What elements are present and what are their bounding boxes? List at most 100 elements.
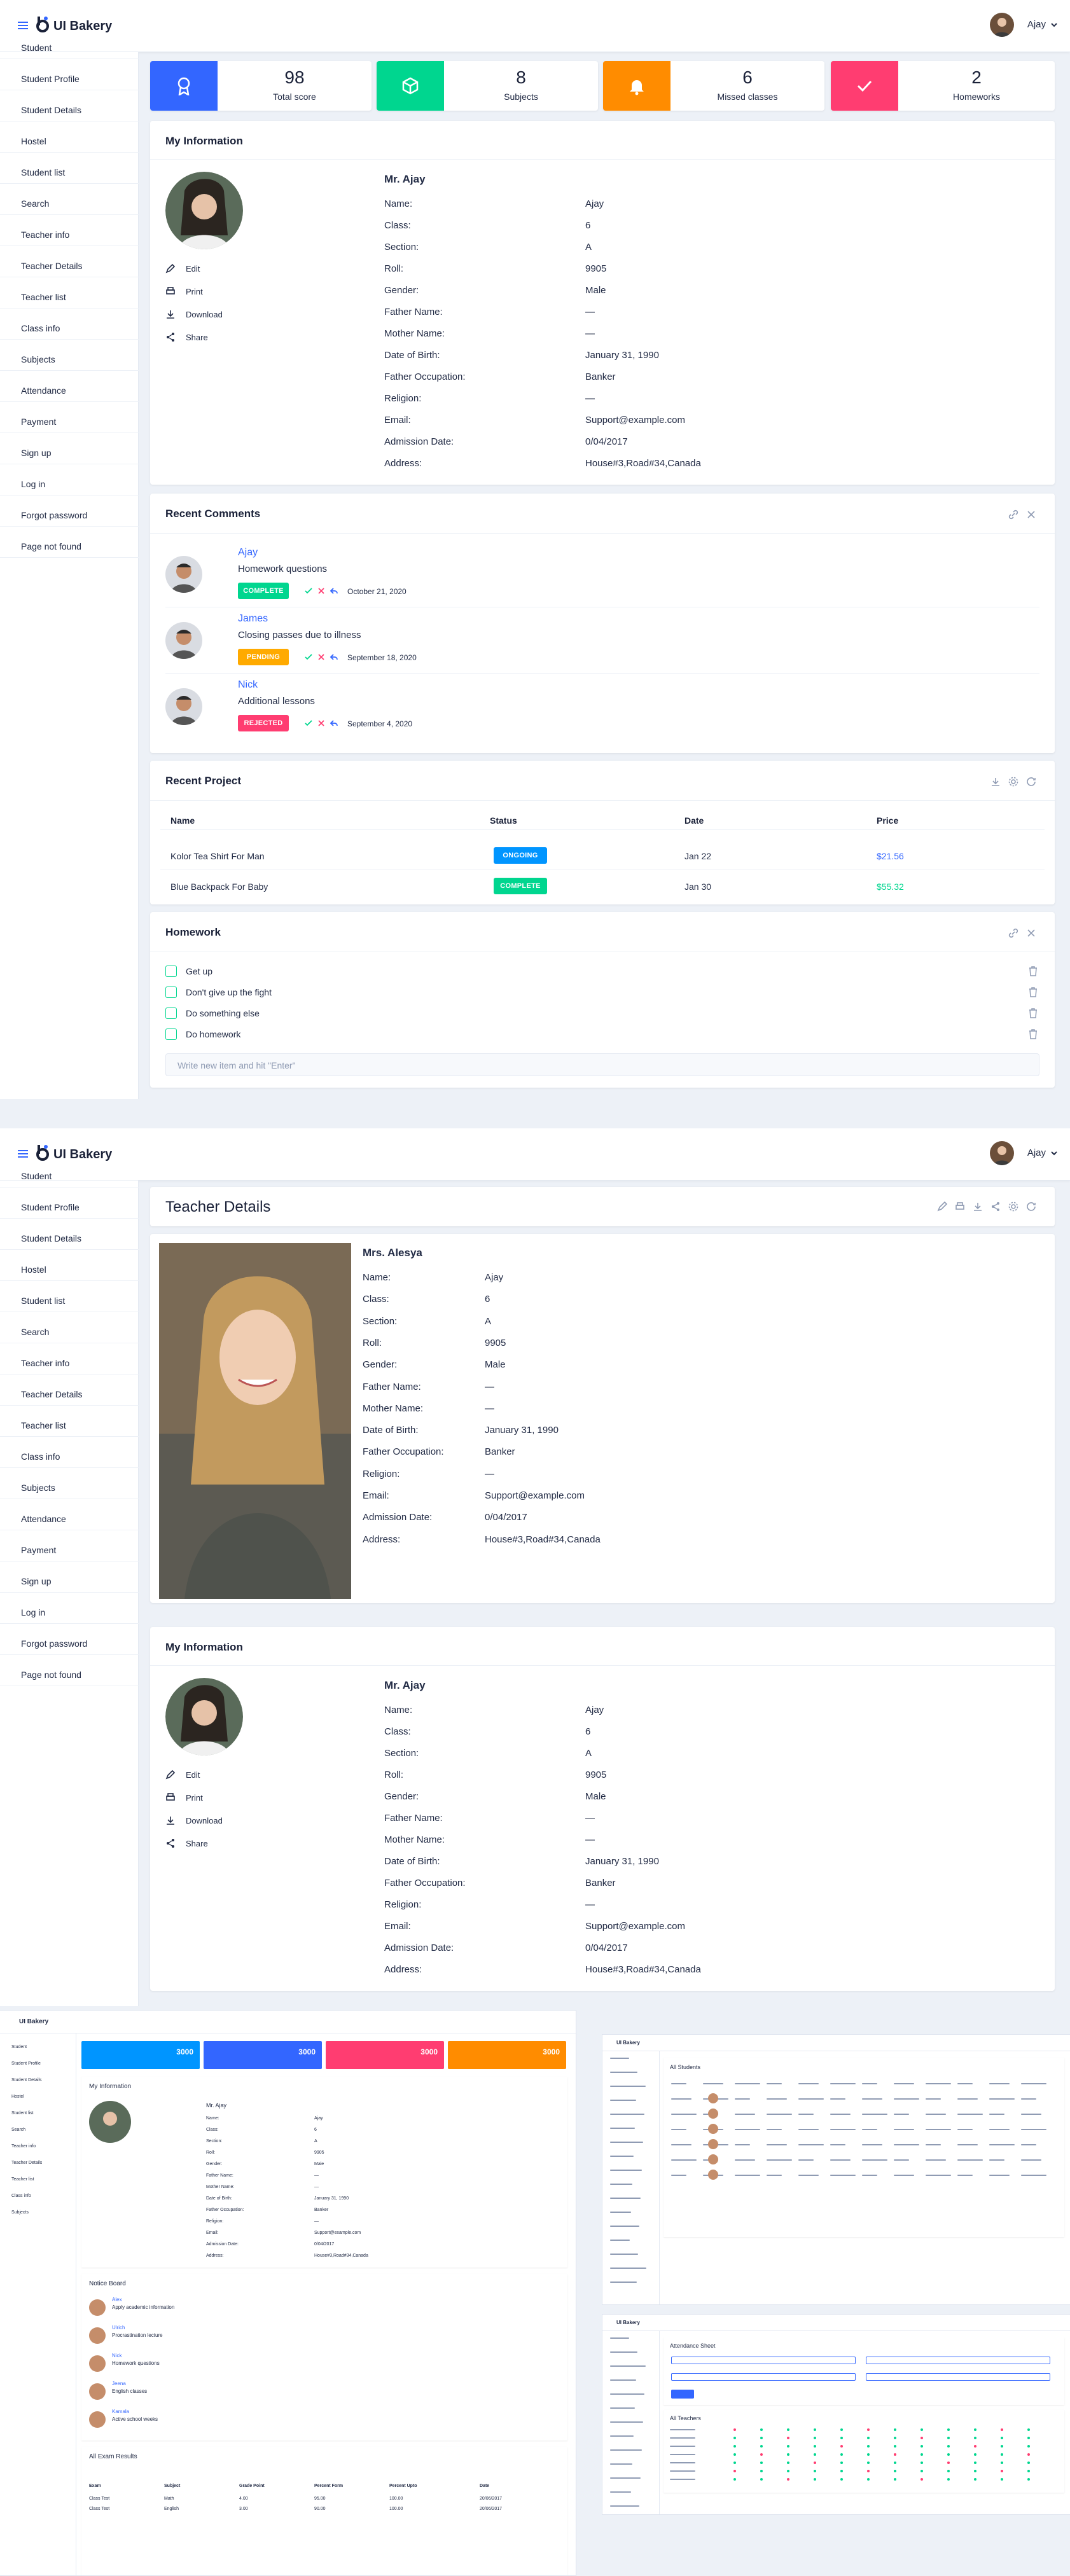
sidebar-item-forgot-password[interactable]: Forgot password [21,510,87,520]
print-icon[interactable] [954,1201,966,1212]
trash-icon[interactable] [1028,1008,1038,1019]
menu-icon[interactable] [18,22,28,29]
avatar[interactable] [990,13,1014,37]
user-name[interactable]: Ajay [1027,1147,1046,1158]
submit-button[interactable] [671,2390,694,2399]
task-checkbox[interactable] [165,1008,177,1019]
reply-icon[interactable] [330,719,338,728]
notice-author[interactable]: Kamala [112,2409,129,2414]
action-print[interactable]: Print [186,287,203,296]
sidebar-item-teacher-details[interactable]: Teacher Details [21,1389,83,1399]
sidebar-item-payment[interactable]: Payment [21,417,56,427]
action-download[interactable]: Download [186,310,223,319]
chevron-down-icon[interactable] [1051,1150,1057,1156]
sidebar-item-student[interactable]: Student [21,1171,52,1181]
approve-icon[interactable] [304,586,313,595]
action-edit[interactable]: Edit [186,1770,200,1780]
sidebar-item[interactable]: Subjects [11,2210,29,2215]
download-icon[interactable] [990,776,1001,787]
sidebar-item-student-details[interactable]: Student Details [21,1233,81,1243]
sidebar-item-student-list[interactable]: Student list [21,167,65,177]
sidebar-item[interactable]: Student [11,2045,27,2049]
sidebar-item-log-in[interactable]: Log in [21,479,45,489]
download-icon[interactable] [972,1201,983,1212]
sidebar-item-page-not-found[interactable]: Page not found [21,541,81,551]
close-icon[interactable] [1025,509,1037,520]
sidebar-item[interactable]: Class info [11,2194,31,2198]
share-icon[interactable] [990,1201,1001,1212]
sidebar-item-search[interactable]: Search [21,1327,49,1337]
trash-icon[interactable] [1028,1028,1038,1040]
link-icon[interactable] [1008,509,1019,520]
sidebar-item-class-info[interactable]: Class info [21,1451,60,1462]
sidebar-item-subjects[interactable]: Subjects [21,354,55,364]
trash-icon[interactable] [1028,966,1038,977]
sidebar-item[interactable]: Teacher info [11,2144,36,2149]
sidebar-item-sign-up[interactable]: Sign up [21,1576,51,1586]
sidebar-item[interactable]: Student list [11,2111,34,2116]
reject-icon[interactable] [317,586,326,595]
sidebar-item-student-details[interactable]: Student Details [21,105,81,115]
sidebar-item-teacher-list[interactable]: Teacher list [21,1420,66,1430]
sidebar-item-sign-up[interactable]: Sign up [21,448,51,458]
sidebar-item[interactable]: Student Details [11,2078,41,2082]
action-print[interactable]: Print [186,1793,203,1803]
refresh-icon[interactable] [1025,776,1037,787]
reject-icon[interactable] [317,653,326,661]
sidebar-item[interactable]: Teacher Details [11,2161,42,2165]
user-name[interactable]: Ajay [1027,19,1046,30]
task-checkbox[interactable] [165,987,177,998]
action-share[interactable]: Share [186,333,208,342]
close-icon[interactable] [1025,927,1037,939]
edit-icon[interactable] [936,1201,948,1212]
action-share[interactable]: Share [186,1839,208,1848]
sidebar-item-teacher-list[interactable]: Teacher list [21,292,66,302]
refresh-icon[interactable] [1025,1201,1037,1212]
comment-author[interactable]: Nick [238,679,258,691]
sidebar-item-student-profile[interactable]: Student Profile [21,74,80,84]
settings-icon[interactable] [1008,776,1019,787]
sidebar-item[interactable]: Student Profile [11,2061,41,2066]
chevron-down-icon[interactable] [1051,22,1057,28]
settings-icon[interactable] [1008,1201,1019,1212]
action-edit[interactable]: Edit [186,264,200,274]
approve-icon[interactable] [304,719,313,728]
sidebar-item-student[interactable]: Student [21,43,52,53]
notice-author[interactable]: Jeena [112,2381,126,2386]
task-checkbox[interactable] [165,1028,177,1040]
sidebar-item-subjects[interactable]: Subjects [21,1483,55,1493]
sidebar-item-payment[interactable]: Payment [21,1545,56,1555]
sidebar-item-log-in[interactable]: Log in [21,1607,45,1617]
sidebar-item[interactable]: Hostel [11,2095,24,2099]
action-download[interactable]: Download [186,1816,223,1825]
sidebar-item-forgot-password[interactable]: Forgot password [21,1638,87,1649]
sidebar-item-attendance[interactable]: Attendance [21,385,66,396]
sidebar-item-student-list[interactable]: Student list [21,1296,65,1306]
comment-author[interactable]: James [238,613,268,625]
sidebar-item-student-profile[interactable]: Student Profile [21,1202,80,1212]
notice-author[interactable]: Ulrich [112,2325,125,2330]
sidebar-item-hostel[interactable]: Hostel [21,1264,46,1275]
sidebar-item-page-not-found[interactable]: Page not found [21,1670,81,1680]
avatar[interactable] [990,1141,1014,1165]
sidebar-item-teacher-details[interactable]: Teacher Details [21,261,83,271]
approve-icon[interactable] [304,653,313,661]
reply-icon[interactable] [330,653,338,661]
sidebar-item-teacher-info[interactable]: Teacher info [21,230,69,240]
sidebar-item[interactable]: Search [11,2128,25,2132]
reject-icon[interactable] [317,719,326,728]
reply-icon[interactable] [330,586,338,595]
sidebar-item-teacher-info[interactable]: Teacher info [21,1358,69,1368]
sidebar-item-hostel[interactable]: Hostel [21,136,46,146]
sidebar-item-attendance[interactable]: Attendance [21,1514,66,1524]
notice-author[interactable]: Alex [112,2297,122,2302]
sidebar-item-search[interactable]: Search [21,198,49,209]
task-checkbox[interactable] [165,966,177,977]
trash-icon[interactable] [1028,987,1038,998]
link-icon[interactable] [1008,927,1019,939]
sidebar-item-class-info[interactable]: Class info [21,323,60,333]
sidebar-item[interactable]: Teacher list [11,2177,34,2182]
menu-icon[interactable] [18,1150,28,1158]
comment-author[interactable]: Ajay [238,547,258,558]
notice-author[interactable]: Nick [112,2353,122,2358]
